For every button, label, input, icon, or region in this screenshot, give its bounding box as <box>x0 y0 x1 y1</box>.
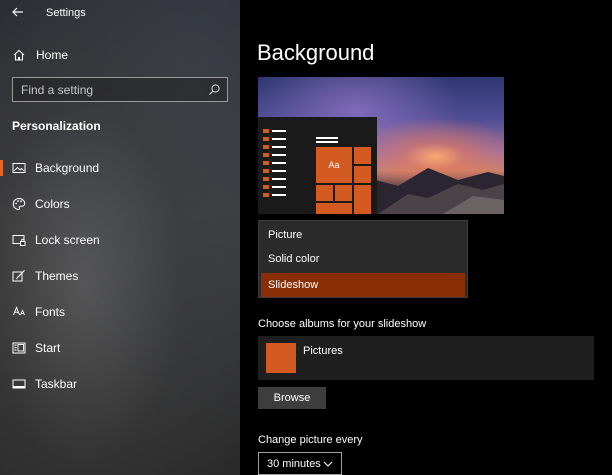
palette-icon <box>12 197 26 211</box>
sidebar-item-background[interactable]: Background <box>0 150 240 186</box>
option-slideshow[interactable]: Slideshow <box>261 273 465 297</box>
start-list-preview <box>263 129 289 201</box>
album-item[interactable]: Pictures <box>258 336 594 380</box>
search-input[interactable] <box>13 78 203 101</box>
sidebar-item-label: Colors <box>35 197 70 211</box>
sidebar-item-label: Taskbar <box>35 377 78 391</box>
fonts-icon <box>12 305 26 319</box>
sidebar-item-fonts[interactable]: Fonts <box>0 294 240 330</box>
browse-button[interactable]: Browse <box>258 387 326 409</box>
sidebar-item-lock-screen[interactable]: Lock screen <box>0 222 240 258</box>
sidebar-item-themes[interactable]: Themes <box>0 258 240 294</box>
sidebar-item-label: Fonts <box>35 305 66 319</box>
background-type-dropdown[interactable]: Picture Solid color Slideshow <box>258 220 468 298</box>
home-nav-item[interactable]: Home <box>12 46 212 64</box>
lock-screen-icon <box>12 233 26 247</box>
search-icon[interactable] <box>208 83 221 96</box>
sidebar-item-taskbar[interactable]: Taskbar <box>0 366 240 402</box>
sidebar-item-label: Themes <box>35 269 79 283</box>
sidebar-nav: Background Colors Lock screen Themes Fon… <box>0 150 240 402</box>
title-bar: Settings <box>0 0 240 26</box>
main-content: Background Aa Picture Solid color Slides… <box>240 0 612 475</box>
themes-icon <box>12 269 26 283</box>
back-button[interactable] <box>8 3 28 21</box>
taskbar-icon <box>12 377 26 391</box>
picture-icon <box>12 161 26 175</box>
back-arrow-icon <box>12 7 23 17</box>
search-box <box>12 77 228 102</box>
section-title: Personalization <box>12 119 101 133</box>
home-icon <box>12 48 26 62</box>
desktop-preview: Aa <box>258 77 504 214</box>
sidebar-item-label: Background <box>35 161 100 175</box>
sidebar: Settings Home Personalization <box>0 0 240 475</box>
album-thumbnail <box>266 343 296 373</box>
interval-select[interactable]: 30 minutes <box>258 452 342 475</box>
albums-label: Choose albums for your slideshow <box>258 318 427 330</box>
interval-value: 30 minutes <box>267 457 321 470</box>
sidebar-item-start[interactable]: Start <box>0 330 240 366</box>
album-name: Pictures <box>303 345 343 357</box>
page-title: Background <box>257 40 375 65</box>
start-icon <box>12 341 26 355</box>
sidebar-item-label: Start <box>35 341 61 355</box>
sidebar-item-label: Lock screen <box>35 233 100 247</box>
preview-tile-text: Aa <box>316 147 352 183</box>
option-solid-color[interactable]: Solid color <box>259 247 467 271</box>
app-title: Settings <box>46 7 86 19</box>
change-picture-label: Change picture every <box>258 434 363 446</box>
chevron-down-icon <box>323 461 333 467</box>
sidebar-item-colors[interactable]: Colors <box>0 186 240 222</box>
start-menu-preview: Aa <box>258 117 377 214</box>
option-picture[interactable]: Picture <box>259 223 467 247</box>
home-label: Home <box>36 48 69 62</box>
